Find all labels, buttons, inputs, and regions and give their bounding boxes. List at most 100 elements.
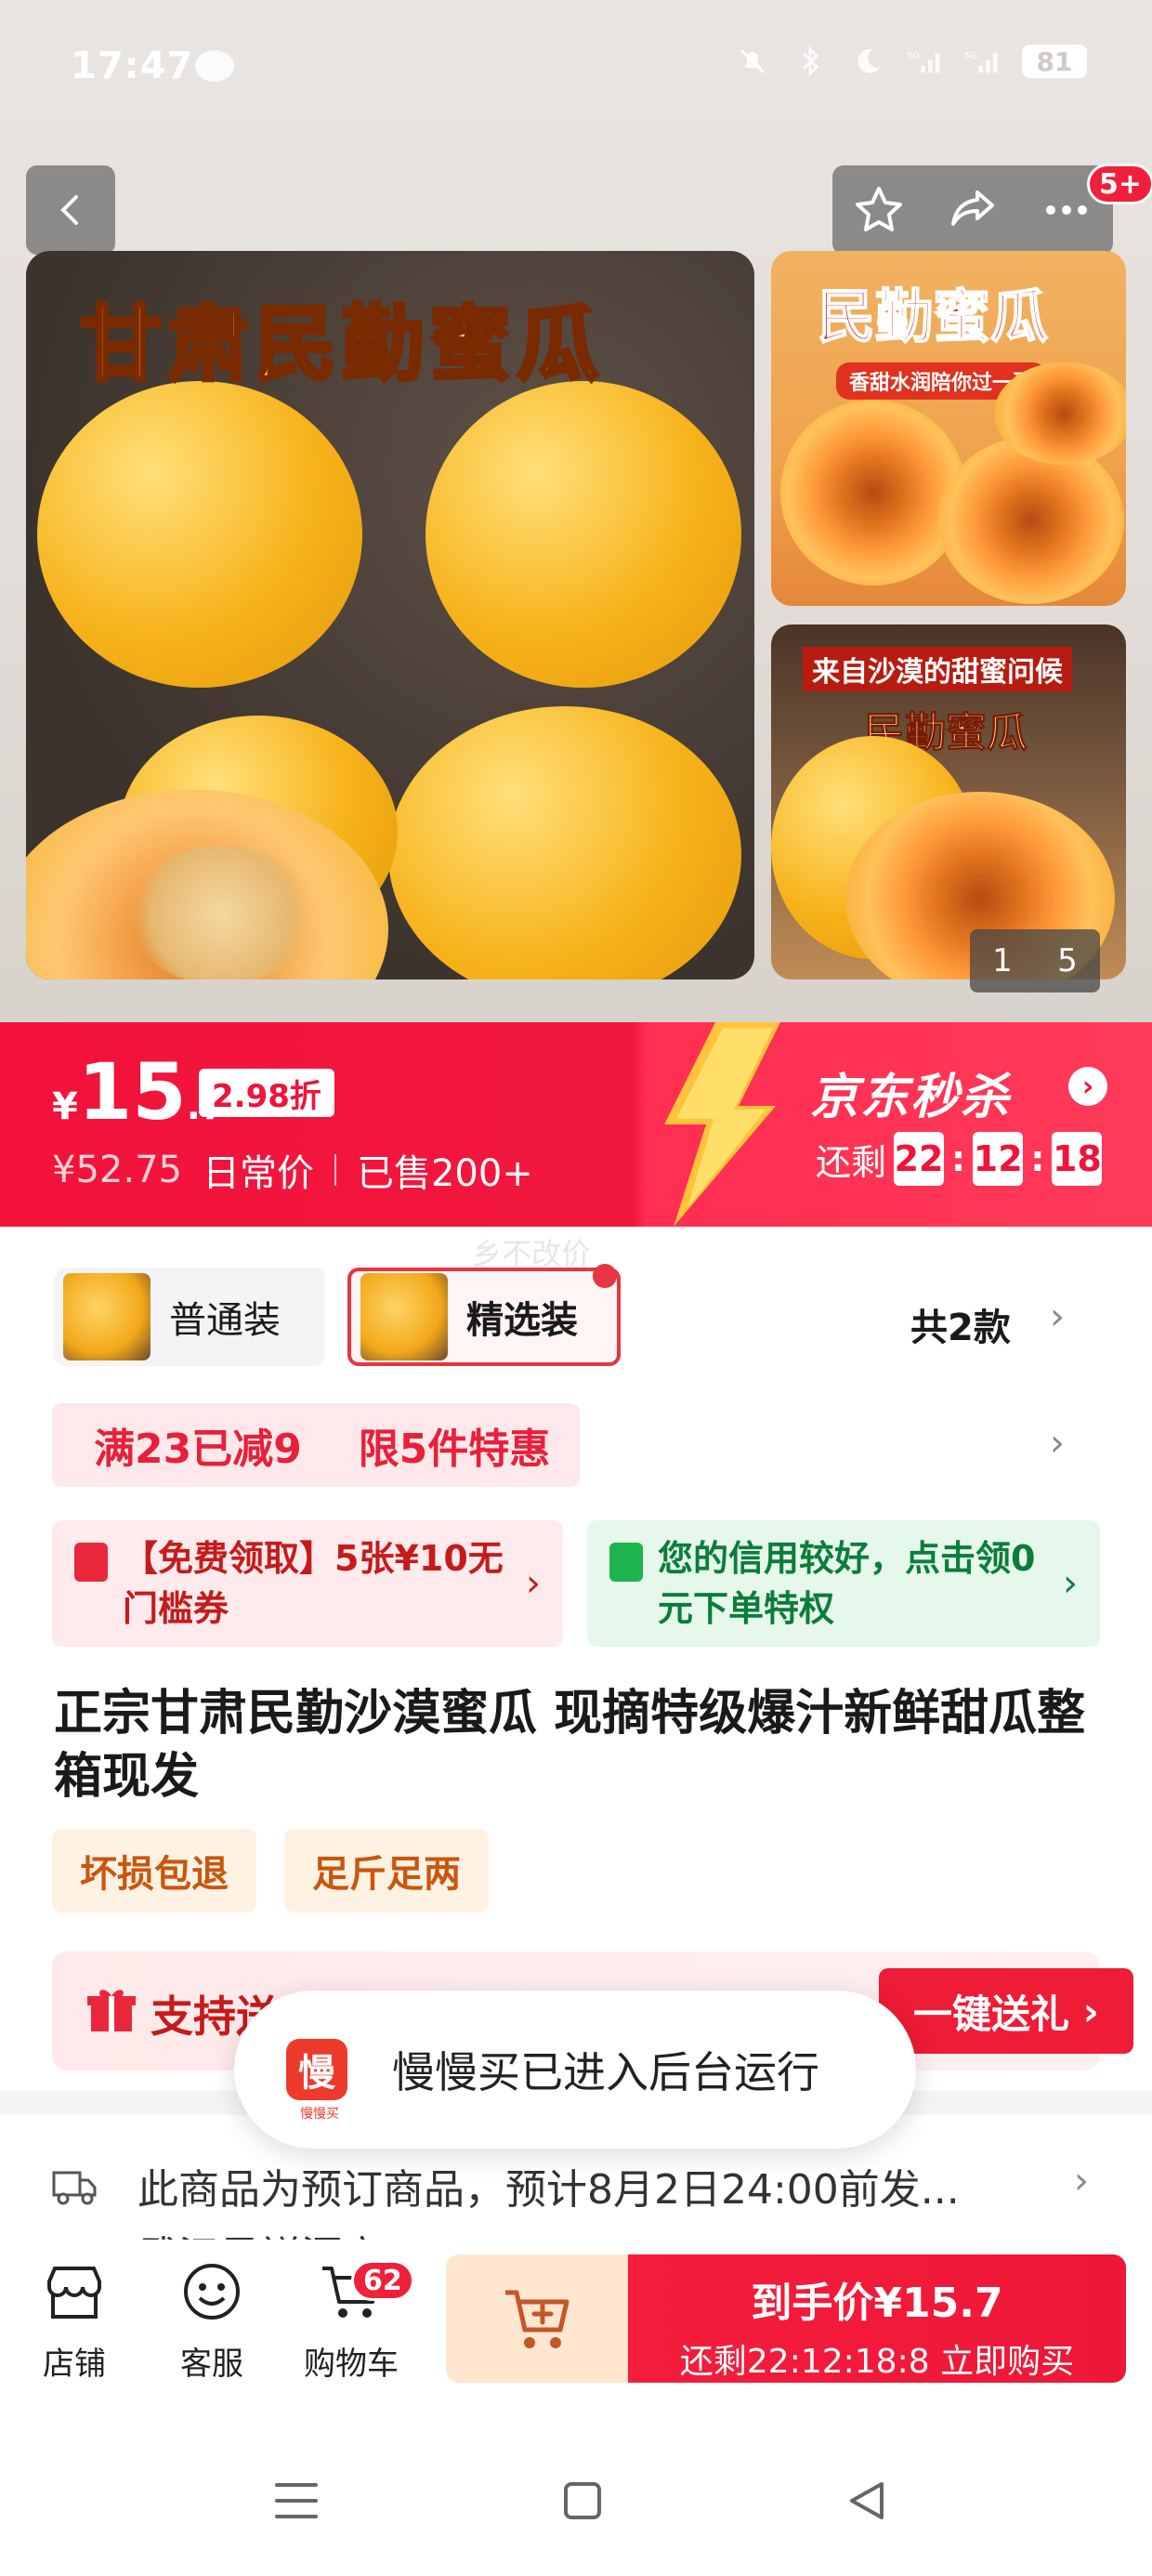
- send-gift-button[interactable]: 一键送礼 ›: [879, 1968, 1133, 2054]
- back-button[interactable]: [26, 165, 115, 255]
- status-time: 17:47: [71, 45, 194, 87]
- flash-sale-title[interactable]: 京东秒杀: [810, 1058, 1011, 1127]
- promo-tag[interactable]: 满23已减9: [52, 1403, 344, 1487]
- app-logo: 慢 慢慢买: [286, 2039, 347, 2122]
- thumbnail-title: 来自沙漠的甜蜜问候: [803, 647, 1072, 691]
- app-logo-char: 慢: [298, 2052, 335, 2095]
- share-button[interactable]: [936, 173, 1010, 247]
- variant-total[interactable]: 共2款: [910, 1297, 1011, 1351]
- svg-text:5G: 5G: [964, 51, 977, 61]
- signal-5g-icon: 5G: [907, 43, 944, 80]
- header-actions: [832, 165, 1113, 255]
- melon-cut-shape: [938, 437, 1124, 604]
- main-product-image[interactable]: 甘肃民勤蜜瓜: [26, 251, 754, 979]
- service-tag: 足斤足两: [284, 1829, 489, 1912]
- chevron-right-icon[interactable]: ›: [1050, 1295, 1065, 1338]
- countdown-hours: 22: [894, 1132, 945, 1186]
- status-icons: 5G 5G 81: [734, 43, 1087, 80]
- moon-icon: [849, 43, 886, 80]
- price-currency: ¥: [52, 1085, 78, 1128]
- countdown-minutes: 12: [973, 1132, 1024, 1186]
- price-integer: 15: [77, 1046, 187, 1137]
- app-logo-subtext: 慢慢买: [300, 2107, 339, 2122]
- melon-seeds: [128, 846, 314, 979]
- credit-privilege-text: 您的信用较好，点击领0元下单特权: [658, 1538, 1036, 1629]
- original-price: ¥52.75: [52, 1149, 182, 1191]
- service-label: 客服: [180, 2346, 243, 2383]
- original-price-label: 日常价: [202, 1152, 314, 1195]
- send-gift-label: 一键送礼: [913, 1991, 1070, 2037]
- variant-thumbnail: [360, 1273, 448, 1360]
- countdown-label: 还剩: [816, 1141, 887, 1183]
- chevron-right-icon[interactable]: ›: [1068, 1067, 1107, 1106]
- credit-privilege-card[interactable]: 您的信用较好，点击领0元下单特权 ›: [587, 1520, 1100, 1647]
- coupon-card[interactable]: 【免费领取】5张¥10无门槛券 ›: [52, 1520, 563, 1647]
- melon-shape: [425, 381, 741, 688]
- add-to-cart-button[interactable]: [446, 2254, 628, 2383]
- price-meta: ¥52.75 日常价 已售200+: [52, 1143, 533, 1197]
- background-toast: 慢 慢慢买 慢慢买已进入后台运行: [234, 1991, 916, 2149]
- service-tag: 坏损包退: [52, 1829, 256, 1912]
- flash-sale-price-band: ¥ 15 .7 2.98折 ¥52.75 日常价 已售200+ 京东秒杀 › 还…: [0, 1022, 1152, 1227]
- buy-now-button[interactable]: 到手价¥15.7 还剩22:12:18:8 立即购买: [628, 2254, 1126, 2383]
- svg-text:5G: 5G: [907, 51, 920, 61]
- share-icon: [950, 191, 994, 226]
- countdown-separator: :: [1030, 1138, 1045, 1179]
- gift-icon: [87, 1990, 136, 2031]
- lightning-icon: [664, 1022, 780, 1227]
- countdown: 还剩 22 : 12 : 18: [816, 1132, 1103, 1186]
- variant-label: 精选装: [466, 1299, 578, 1342]
- variant-option[interactable]: 普通装: [54, 1268, 325, 1366]
- toast-text: 慢慢买已进入后台运行: [392, 2047, 819, 2097]
- divider: [334, 1154, 336, 1186]
- status-bar: 17:47 5G 5G 81: [0, 37, 1152, 97]
- buy-price-line: 到手价¥15.7: [751, 2280, 1003, 2327]
- bluetooth-icon: [792, 43, 829, 80]
- product-gallery: 17:47 5G 5G 81 5+ 甘肃民勤蜜瓜 民勤蜜瓜 香甜水润陪你过一夏 …: [0, 0, 1152, 1022]
- gallery-thumbnail[interactable]: 民勤蜜瓜 香甜水润陪你过一夏: [771, 251, 1126, 606]
- countdown-separator: :: [951, 1138, 966, 1179]
- cart-label: 购物车: [304, 2346, 399, 2383]
- pager-total: 5: [1057, 942, 1078, 979]
- wechat-icon: [195, 50, 234, 82]
- service-button[interactable]: 客服: [156, 2258, 268, 2384]
- shopping-bag-icon: [609, 1543, 643, 1582]
- coupon-text: 【免费领取】5张¥10无门槛券: [123, 1538, 504, 1629]
- chevron-right-icon: ›: [1063, 1562, 1078, 1605]
- store-label: 店铺: [43, 2346, 106, 2383]
- thumbnail-title: 民勤蜜瓜: [817, 282, 1049, 351]
- battery-indicator: 81: [1022, 45, 1087, 78]
- variant-thumbnail: [63, 1273, 151, 1360]
- countdown-seconds: 18: [1052, 1132, 1103, 1186]
- chevron-right-icon: ›: [526, 1562, 541, 1605]
- gallery-thumbnail[interactable]: 来自沙漠的甜蜜问候 民勤蜜瓜: [771, 624, 1126, 979]
- melon-shape: [37, 381, 362, 688]
- favorite-button[interactable]: [842, 173, 916, 247]
- cart-badge: 62: [351, 2260, 414, 2301]
- sold-count: 已售200+: [356, 1152, 533, 1195]
- star-icon: [856, 187, 903, 231]
- pager-current: 1: [992, 942, 1013, 979]
- menu-icon[interactable]: [264, 2468, 329, 2533]
- store-icon: [41, 2258, 108, 2325]
- message-badge: 5+: [1087, 164, 1152, 204]
- buy-countdown-line: 还剩22:12:18:8 立即购买: [679, 2343, 1075, 2381]
- customer-service-icon: [178, 2258, 245, 2325]
- mute-icon: [734, 43, 771, 80]
- melon-shape: [388, 706, 741, 979]
- promo-tag[interactable]: 限5件特惠: [329, 1403, 580, 1487]
- shipping-text: 此商品为预订商品，预计8月2日24:00前发...: [137, 2166, 960, 2214]
- coupon-icon: [74, 1543, 108, 1582]
- gallery-pager: 1 5: [970, 929, 1100, 992]
- variant-label: 普通装: [169, 1299, 281, 1342]
- discount-badge: 2.98折: [199, 1069, 334, 1117]
- product-title: 正宗甘肃民勤沙漠蜜瓜 现摘特级爆汁新鲜甜瓜整箱现发: [54, 1686, 1086, 1805]
- back-nav-icon[interactable]: [834, 2468, 899, 2533]
- main-image-title: 甘肃民勤蜜瓜: [78, 294, 605, 394]
- truck-icon: [52, 2171, 97, 2205]
- selected-dot: [593, 1264, 617, 1288]
- chevron-right-icon[interactable]: ›: [1050, 1422, 1065, 1465]
- store-button[interactable]: 店铺: [19, 2258, 130, 2384]
- home-icon[interactable]: [550, 2468, 615, 2533]
- variant-option-selected[interactable]: 精选装: [347, 1264, 621, 1366]
